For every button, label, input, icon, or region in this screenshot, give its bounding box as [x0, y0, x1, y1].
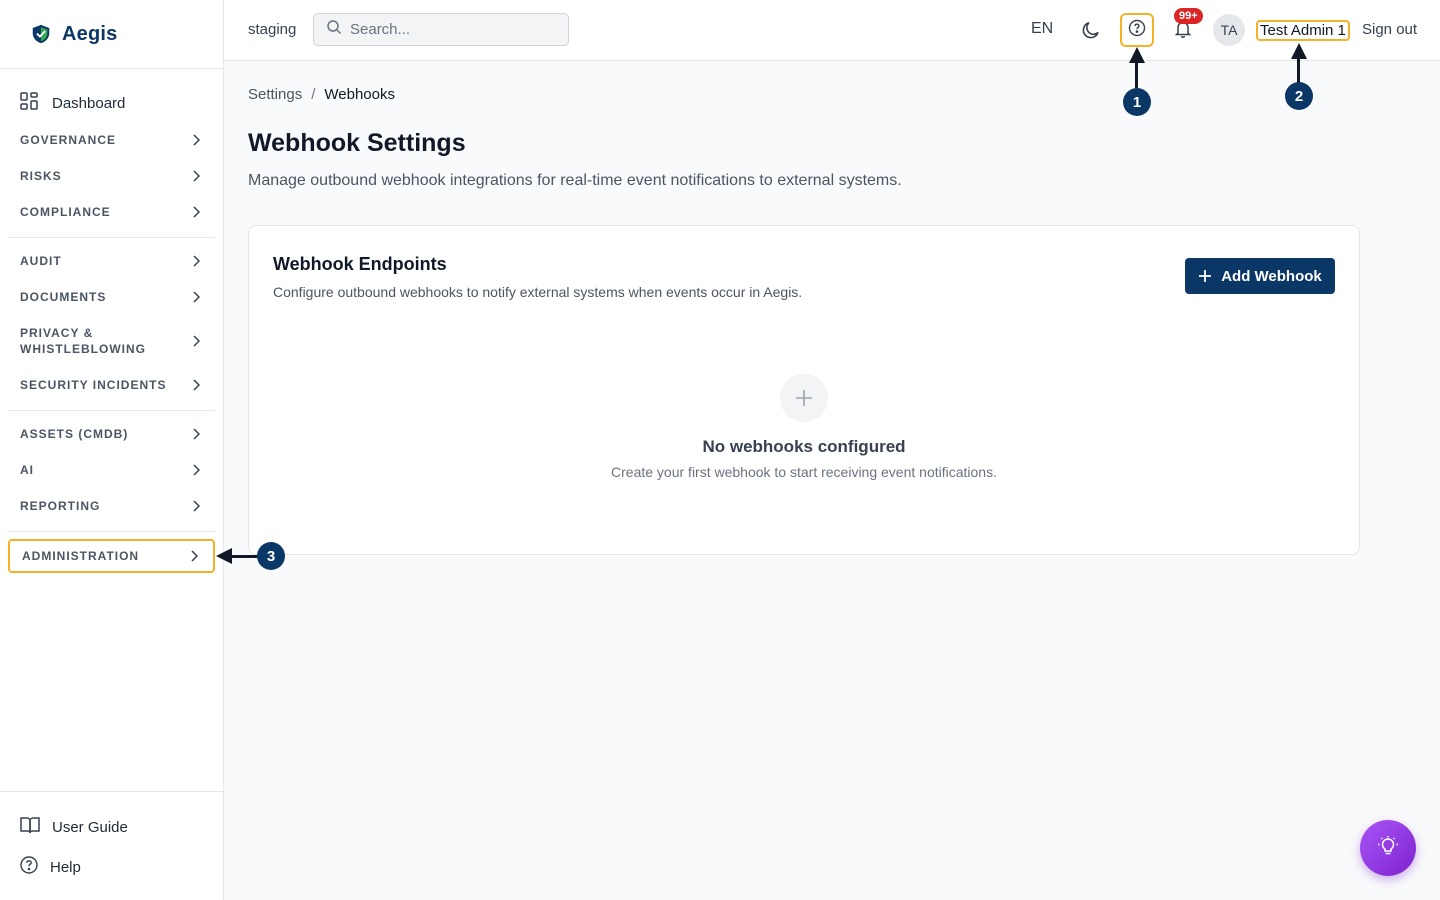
page-subtitle: Manage outbound webhook integrations for… — [248, 172, 902, 189]
ai-assistant-button[interactable] — [1360, 820, 1416, 876]
sidebar-item-label: Dashboard — [52, 94, 126, 112]
sidebar-item-risks[interactable]: RISKS — [8, 159, 215, 193]
help-label: Help — [50, 859, 81, 876]
sidebar-item-documents[interactable]: DOCUMENTS — [8, 280, 215, 314]
sidebar: Aegis Dashboard GOVERNANCE RISKS COMPLIA… — [0, 0, 224, 900]
breadcrumb-current: Webhooks — [324, 86, 395, 103]
sidebar-item-label: COMPLIANCE — [20, 205, 111, 219]
notification-count-badge: 99+ — [1174, 8, 1203, 24]
chevron-right-icon — [191, 291, 201, 303]
annotation-arrow-2 — [1291, 43, 1307, 59]
user-guide-label: User Guide — [52, 819, 128, 836]
environment-label: staging — [248, 21, 297, 38]
moon-icon[interactable] — [1080, 19, 1102, 41]
chevron-right-icon — [191, 428, 201, 440]
sidebar-item-assets[interactable]: ASSETS (CMDB) — [8, 417, 215, 451]
card-subtitle: Configure outbound webhooks to notify ex… — [273, 284, 803, 300]
sidebar-item-label: SECURITY INCIDENTS — [20, 378, 167, 392]
chevron-right-icon — [191, 170, 201, 182]
chevron-right-icon — [191, 500, 201, 512]
breadcrumb-settings[interactable]: Settings — [248, 86, 302, 103]
chevron-right-icon — [191, 206, 201, 218]
annotation-line-2 — [1297, 58, 1300, 83]
chevron-right-icon — [191, 134, 201, 146]
help-link[interactable]: Help — [20, 856, 81, 879]
sidebar-item-dashboard[interactable]: Dashboard — [20, 91, 125, 115]
sidebar-item-label: DOCUMENTS — [20, 290, 107, 304]
sidebar-item-audit[interactable]: AUDIT — [8, 244, 215, 278]
sidebar-item-label: REPORTING — [20, 499, 101, 513]
sidebar-item-label: ADMINISTRATION — [22, 549, 140, 563]
breadcrumb-separator: / — [311, 86, 316, 103]
add-webhook-button[interactable]: Add Webhook — [1185, 258, 1335, 294]
sidebar-item-privacy-whistleblowing[interactable]: PRIVACY & WHISTLEBLOWING — [8, 316, 215, 366]
lightbulb-icon — [1377, 835, 1399, 862]
sidebar-item-compliance[interactable]: COMPLIANCE — [8, 195, 215, 229]
sidebar-item-label: ASSETS (CMDB) — [20, 427, 129, 441]
nav-divider — [8, 410, 215, 411]
help-circle-icon — [20, 856, 38, 879]
search-input[interactable] — [350, 21, 550, 38]
annotation-line-1 — [1135, 62, 1138, 88]
breadcrumb: Settings / Webhooks — [248, 86, 395, 103]
search-icon — [326, 19, 342, 40]
help-circle-icon — [1128, 19, 1146, 42]
sidebar-item-label: AUDIT — [20, 254, 62, 268]
chevron-right-icon — [189, 550, 199, 562]
chevron-right-icon — [191, 335, 201, 347]
sidebar-item-label: PRIVACY & WHISTLEBLOWING — [20, 326, 146, 356]
empty-state-subtitle: Create your first webhook to start recei… — [611, 464, 997, 480]
sidebar-footer: User Guide Help — [0, 791, 223, 900]
annotation-marker-2: 2 — [1285, 82, 1313, 110]
annotation-line-3 — [231, 555, 258, 558]
empty-state-plus-icon — [780, 374, 828, 422]
chevron-right-icon — [191, 255, 201, 267]
add-webhook-label: Add Webhook — [1221, 267, 1322, 285]
annotation-arrow-3 — [216, 548, 232, 564]
help-button[interactable] — [1120, 13, 1154, 47]
sidebar-item-label: GOVERNANCE — [20, 133, 117, 147]
app-name: Aegis — [62, 22, 118, 45]
nav-divider — [8, 531, 215, 532]
sign-out-link[interactable]: Sign out — [1362, 21, 1417, 38]
search-box[interactable] — [313, 13, 569, 46]
user-guide-link[interactable]: User Guide — [20, 816, 128, 839]
sidebar-item-security-incidents[interactable]: SECURITY INCIDENTS — [8, 368, 215, 402]
sidebar-item-administration[interactable]: ADMINISTRATION — [8, 539, 215, 573]
annotation-marker-1: 1 — [1123, 88, 1151, 116]
annotation-marker-3: 3 — [257, 542, 285, 570]
nav-divider — [8, 237, 215, 238]
topbar: staging EN 99+ TA Test Admin 1 Sign out — [224, 0, 1440, 61]
chevron-right-icon — [191, 379, 201, 391]
page-title: Webhook Settings — [248, 129, 466, 157]
sidebar-item-label: RISKS — [20, 169, 62, 183]
empty-state-title: No webhooks configured — [702, 437, 906, 456]
avatar[interactable]: TA — [1213, 14, 1245, 46]
shield-logo-icon — [30, 23, 52, 45]
user-name-link[interactable]: Test Admin 1 — [1256, 20, 1350, 41]
annotation-arrow-1 — [1129, 47, 1145, 63]
sidebar-item-governance[interactable]: GOVERNANCE — [8, 123, 215, 157]
plus-icon — [1198, 269, 1212, 283]
card-title: Webhook Endpoints — [273, 254, 447, 274]
sidebar-item-reporting[interactable]: REPORTING — [8, 489, 215, 523]
language-switcher[interactable]: EN — [1031, 20, 1053, 38]
sidebar-item-label: AI — [20, 463, 34, 477]
dashboard-grid-icon — [20, 91, 38, 115]
chevron-right-icon — [191, 464, 201, 476]
book-icon — [20, 816, 40, 839]
webhook-endpoints-card: Webhook Endpoints Configure outbound web… — [248, 225, 1360, 555]
sidebar-item-ai[interactable]: AI — [8, 453, 215, 487]
logo[interactable]: Aegis — [0, 0, 223, 69]
